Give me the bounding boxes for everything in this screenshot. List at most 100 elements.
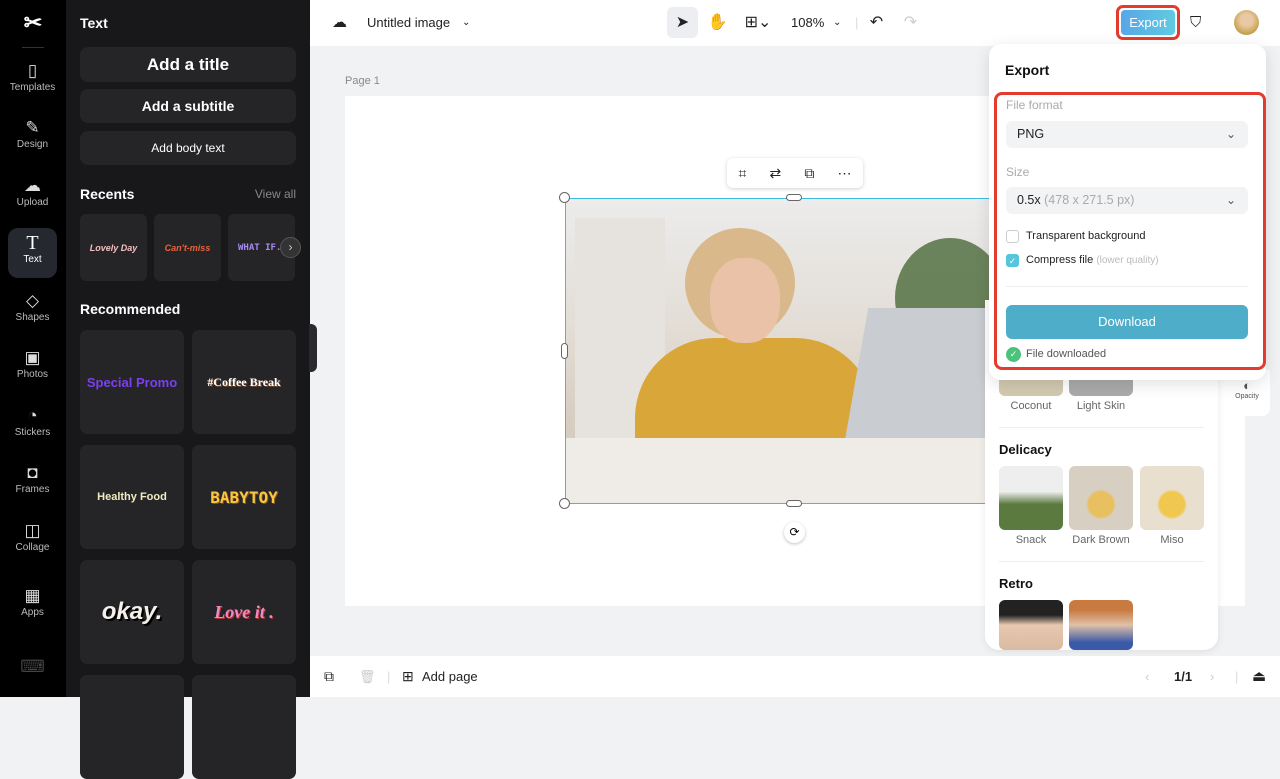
export-panel: Export File format PNG ⌄ Size 0.5x (478 x… — [989, 44, 1266, 380]
document-title[interactable]: Untitled image — [367, 0, 450, 46]
zoom-chevron-icon[interactable]: ⌄ — [833, 0, 841, 46]
rail-stickers[interactable]: ◔ Stickers — [8, 401, 57, 451]
divider — [999, 427, 1204, 428]
add-page-icon[interactable]: ⊞ — [402, 656, 414, 697]
top-bar: ☁ Untitled image ⌄ ➤ ✋ ⊞⌄ 108% ⌄ | ↶ ↷ E… — [310, 0, 1280, 46]
filter-thumb[interactable] — [999, 466, 1063, 530]
style-label: Love it . — [214, 601, 274, 622]
add-page-button[interactable]: Add page — [422, 656, 478, 697]
capcut-logo-icon[interactable]: ✂ — [19, 10, 47, 35]
cloud-save-icon[interactable]: ☁ — [332, 0, 347, 46]
compress-file-label: Compress file — [1026, 254, 1094, 266]
panel-title: Text — [80, 15, 108, 31]
duplicate-page-icon[interactable]: ⧉ — [324, 656, 334, 697]
style-label: Lovely Day — [89, 242, 138, 253]
text-style-card[interactable]: #Coffee Break — [192, 330, 296, 434]
prev-page-button[interactable]: ‹ — [1145, 656, 1149, 697]
divider — [1006, 286, 1248, 287]
delete-page-icon[interactable]: 🗑 — [359, 656, 376, 697]
rotate-handle[interactable]: ⟳ — [784, 522, 805, 543]
recents-next-button[interactable]: › — [280, 237, 301, 258]
collapse-panel-handle[interactable] — [309, 324, 317, 372]
rail-templates[interactable]: ▯ Templates — [8, 56, 57, 106]
text-style-card[interactable]: Special Promo — [80, 330, 184, 434]
apps-icon: ▦ — [24, 586, 41, 605]
stickers-icon: ◔ — [27, 406, 38, 425]
recent-text-style[interactable]: Can't-miss — [154, 214, 221, 281]
redo-icon: ↷ — [903, 14, 918, 31]
resize-handle[interactable] — [786, 500, 802, 507]
layout-button[interactable]: ⊞⌄ — [740, 7, 776, 38]
style-label: Special Promo — [86, 374, 178, 390]
keyboard-shortcuts-button[interactable]: ⌨ — [8, 652, 57, 682]
rail-label: Design — [16, 139, 49, 150]
next-page-button[interactable]: › — [1210, 656, 1214, 697]
filter-thumb[interactable] — [1069, 466, 1133, 530]
text-style-card[interactable]: Love it . — [192, 560, 296, 664]
export-button[interactable]: Export — [1116, 5, 1180, 40]
transparent-background-checkbox[interactable] — [1006, 230, 1019, 243]
recent-text-style[interactable]: Lovely Day — [80, 214, 147, 281]
redo-button[interactable]: ↷ — [895, 7, 926, 38]
filter-label: Miso — [1160, 534, 1184, 546]
resize-handle[interactable] — [559, 192, 570, 203]
rail-upload[interactable]: ☁ Upload — [8, 171, 57, 221]
resize-handle[interactable] — [559, 498, 570, 509]
layout-icon: ⊞⌄ — [744, 14, 772, 31]
title-dropdown-chevron-icon[interactable]: ⌄ — [462, 0, 470, 46]
resize-handle[interactable] — [561, 343, 568, 359]
rail-label: Photos — [16, 369, 49, 380]
add-body-text-button[interactable]: Add body text — [80, 131, 296, 165]
resize-handle[interactable] — [786, 194, 802, 201]
text-style-card[interactable]: okay. — [80, 560, 184, 664]
size-select[interactable]: 0.5x (478 x 271.5 px) ⌄ — [1006, 187, 1248, 214]
rail-shapes[interactable]: ◇ Shapes — [8, 286, 57, 336]
filter-thumb[interactable] — [1140, 466, 1204, 530]
bottom-bar: ⧉ 🗑 | ⊞ Add page ‹ 1/1 › | ⏏ — [310, 656, 1280, 697]
more-icon[interactable]: ⋯ — [837, 165, 851, 182]
filter-thumb[interactable] — [1069, 600, 1133, 650]
hand-tool-button[interactable]: ✋ — [702, 7, 733, 38]
page-counter: 1/1 — [1174, 669, 1193, 684]
rail-apps[interactable]: ▦ Apps — [8, 581, 57, 631]
duplicate-icon[interactable]: ⧉ — [804, 165, 814, 182]
filter-thumb[interactable] — [999, 600, 1063, 650]
collage-icon: ◫ — [24, 521, 41, 540]
rail-label: Stickers — [14, 427, 51, 438]
filter-label: Light Skin — [1076, 400, 1126, 412]
compress-file-checkbox[interactable]: ✓ — [1006, 254, 1019, 267]
download-button[interactable]: Download — [1006, 305, 1248, 339]
avatar[interactable] — [1234, 10, 1259, 35]
undo-button[interactable]: ↶ — [861, 7, 892, 38]
filter-label: Snack — [1015, 534, 1047, 546]
replace-icon[interactable]: ⇄ — [770, 165, 782, 182]
text-style-card[interactable]: Healthy Food — [80, 445, 184, 549]
rail-frames[interactable]: ◘ Frames — [8, 458, 57, 508]
crop-icon[interactable]: ⌗ — [739, 165, 747, 182]
file-format-select[interactable]: PNG ⌄ — [1006, 121, 1248, 148]
rail-collage[interactable]: ◫ Collage — [8, 516, 57, 566]
rail-photos[interactable]: ▣ Photos — [8, 343, 57, 393]
rail-label: Collage — [15, 542, 50, 553]
zoom-level[interactable]: 108% — [791, 0, 824, 46]
add-subtitle-button[interactable]: Add a subtitle — [80, 89, 296, 123]
compress-note: (lower quality) — [1096, 255, 1159, 266]
add-title-button[interactable]: Add a title — [80, 47, 296, 82]
retro-heading: Retro — [999, 576, 1033, 591]
rail-text[interactable]: T Text — [8, 228, 57, 278]
size-label: Size — [1006, 165, 1030, 179]
text-style-card[interactable] — [80, 675, 184, 779]
export-title: Export — [1005, 62, 1050, 78]
style-label: #Coffee Break — [207, 374, 281, 389]
divider — [22, 47, 44, 48]
opacity-label: Opacity — [1235, 393, 1259, 400]
view-all-link[interactable]: View all — [255, 187, 296, 201]
rail-design[interactable]: ✎ Design — [8, 113, 57, 163]
pages-panel-icon[interactable]: ⏏ — [1252, 656, 1266, 697]
hand-icon: ✋ — [707, 14, 728, 31]
text-style-card[interactable] — [192, 675, 296, 779]
text-style-card[interactable]: BABYTOY — [192, 445, 296, 549]
select-tool-button[interactable]: ➤ — [667, 7, 698, 38]
shield-icon[interactable]: ⛉ — [1190, 0, 1201, 46]
text-panel: Text Add a title Add a subtitle Add body… — [66, 0, 310, 779]
